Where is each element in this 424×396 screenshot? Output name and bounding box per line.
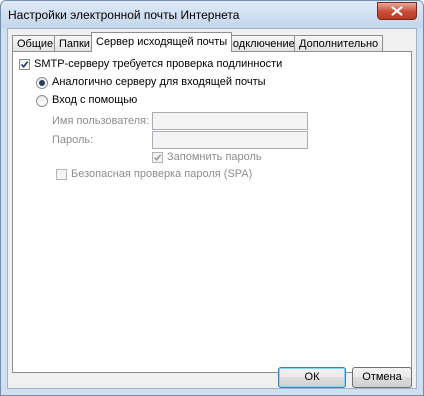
tab-outgoing-server[interactable]: Сервер исходящей почты <box>91 32 233 52</box>
window-title: Настройки электронной почты Интернета <box>8 8 240 22</box>
smtp-auth-label: SMTP-серверу требуется проверка подлинно… <box>34 58 283 70</box>
login-with-label: Вход с помощью <box>52 94 138 106</box>
spa-label: Безопасная проверка пароля (SPA) <box>71 168 253 180</box>
cancel-button[interactable]: Отмена <box>352 367 412 388</box>
radio-selected-dot <box>39 80 45 86</box>
dialog-window: Настройки электронной почты Интернета Об… <box>0 0 424 396</box>
title-bar[interactable]: Настройки электронной почты Интернета <box>1 1 423 28</box>
close-icon <box>391 6 403 16</box>
password-field[interactable] <box>152 131 308 149</box>
ok-button[interactable]: ОК <box>278 367 346 388</box>
remember-password-checkbox[interactable] <box>152 152 163 163</box>
tab-advanced[interactable]: Дополнительно <box>294 35 384 51</box>
outgoing-server-panel: SMTP-серверу требуется проверка подлинно… <box>12 51 412 373</box>
tab-general[interactable]: Общие <box>12 35 59 51</box>
remember-password-label: Запомнить пароль <box>167 151 262 163</box>
close-button[interactable] <box>377 2 417 20</box>
username-label: Имя пользователя: <box>52 115 150 127</box>
username-field[interactable] <box>152 112 308 130</box>
smtp-auth-checkbox[interactable] <box>19 59 30 70</box>
same-as-incoming-label: Аналогично серверу для входящей почты <box>52 76 266 88</box>
same-as-incoming-radio[interactable] <box>36 77 48 89</box>
checkmark-icon <box>153 154 162 162</box>
checkmark-icon <box>20 61 29 69</box>
dialog-client-area: Общие Папки Сервер исходящей почты Подкл… <box>7 28 417 389</box>
tab-folders[interactable]: Папки <box>54 35 95 51</box>
login-with-radio[interactable] <box>36 95 48 107</box>
spa-checkbox[interactable] <box>56 169 67 180</box>
password-label: Пароль: <box>52 134 94 146</box>
